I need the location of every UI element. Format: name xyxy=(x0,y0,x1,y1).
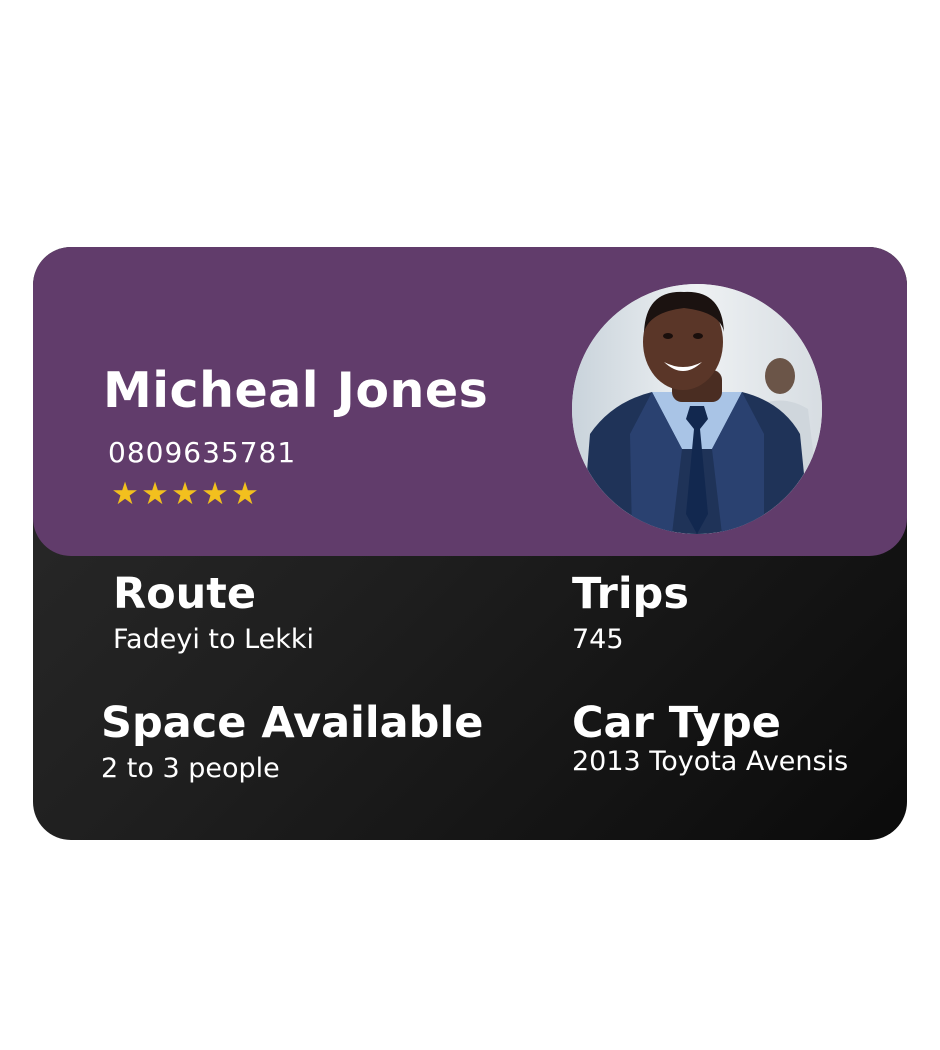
driver-name: Micheal Jones xyxy=(103,362,489,419)
route-value: Fadeyi to Lekki xyxy=(113,624,315,655)
driver-card: Micheal Jones 0809635781 ★ ★ ★ ★ ★ Route… xyxy=(33,247,907,840)
star-icon: ★ xyxy=(171,476,199,512)
card-header: Micheal Jones 0809635781 ★ ★ ★ ★ ★ xyxy=(33,247,907,556)
star-icon: ★ xyxy=(201,476,229,512)
car-type-value: 2013 Toyota Avensis xyxy=(572,746,849,777)
trips-value: 745 xyxy=(572,624,624,655)
space-available-value: 2 to 3 people xyxy=(101,753,280,784)
driver-photo xyxy=(572,284,822,534)
route-label: Route xyxy=(113,569,256,619)
driver-phone: 0809635781 xyxy=(108,436,297,469)
trips-label: Trips xyxy=(572,569,689,619)
star-icon: ★ xyxy=(141,476,169,512)
space-available-label: Space Available xyxy=(101,698,484,748)
portrait-icon xyxy=(572,284,822,534)
star-icon: ★ xyxy=(231,476,259,512)
star-icon: ★ xyxy=(111,476,139,512)
car-type-label: Car Type xyxy=(572,698,781,748)
star-rating: ★ ★ ★ ★ ★ xyxy=(110,474,260,514)
